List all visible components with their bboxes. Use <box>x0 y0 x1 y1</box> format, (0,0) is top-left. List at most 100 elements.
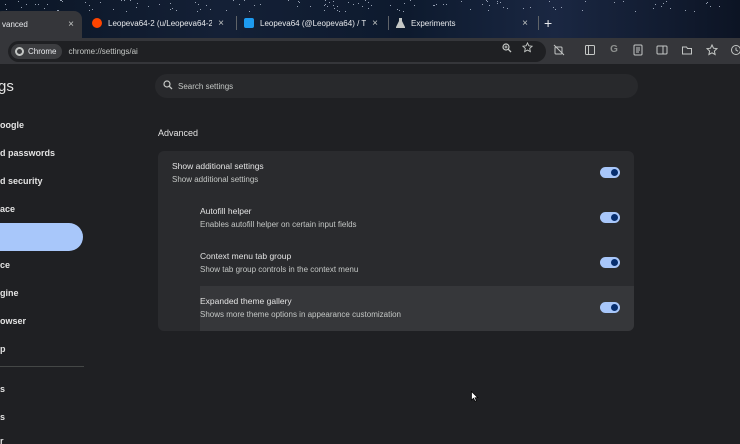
setting-row-context-menu-tab-group[interactable]: Context menu tab group Show tab group co… <box>158 241 634 286</box>
sidebar-item-google[interactable]: oogle <box>0 120 24 130</box>
tab-settings-advanced[interactable]: vanced × <box>0 11 82 38</box>
tab-twitter[interactable]: Leopeva64 (@Leopeva64) / Tw × <box>236 12 386 34</box>
star-dot <box>325 4 326 5</box>
star-dot <box>368 8 369 9</box>
star-dot <box>337 10 338 11</box>
search-icon <box>163 80 173 92</box>
star-dot <box>26 4 27 5</box>
favorites-star-icon[interactable] <box>705 43 719 56</box>
star-dot <box>585 1 586 2</box>
mouse-cursor-icon <box>471 391 479 402</box>
star-dot <box>670 8 671 9</box>
star-dot <box>113 9 114 10</box>
tab-separator <box>538 16 539 30</box>
address-bar[interactable]: Chrome chrome://settings/ai <box>8 41 546 62</box>
star-dot <box>666 1 667 2</box>
setting-row-expanded-theme-gallery[interactable]: Expanded theme gallery Shows more theme … <box>200 286 634 331</box>
setting-row-show-additional[interactable]: Show additional settings Show additional… <box>158 151 634 196</box>
star-dot <box>404 3 405 4</box>
star-dot <box>299 2 300 3</box>
star-dot <box>655 4 656 5</box>
search-input[interactable] <box>178 81 598 91</box>
sidebar-item-appearance[interactable]: ce <box>0 260 10 270</box>
tab-search-icon[interactable] <box>681 44 693 56</box>
sidebar-item-search-engine[interactable]: gine <box>0 288 19 298</box>
sidebar-item-on-startup[interactable]: p <box>0 344 6 354</box>
star-dot <box>62 1 63 2</box>
toggle-switch[interactable] <box>600 302 620 313</box>
star-dot <box>390 5 391 6</box>
site-chip[interactable]: Chrome <box>11 44 63 59</box>
star-dot <box>497 1 498 2</box>
reading-list-icon[interactable] <box>584 44 596 56</box>
close-icon[interactable]: × <box>218 18 224 29</box>
star-dot <box>555 9 556 10</box>
sidebar-item-languages[interactable]: s <box>0 384 5 394</box>
close-icon[interactable]: × <box>522 18 528 29</box>
star-dot <box>397 9 398 10</box>
section-title: Advanced <box>158 128 199 138</box>
setting-row-autofill-helper[interactable]: Autofill helper Enables autofill helper … <box>158 196 634 241</box>
toggle-switch[interactable] <box>600 257 620 268</box>
star-dot <box>530 7 531 8</box>
google-icon[interactable]: G <box>608 44 620 56</box>
star-dot <box>170 9 171 10</box>
star-dot <box>368 2 369 3</box>
settings-card: Show additional settings Show additional… <box>158 151 634 331</box>
star-dot <box>337 6 338 7</box>
close-icon[interactable]: × <box>68 19 74 30</box>
tab-experiments[interactable]: Experiments × <box>388 12 536 34</box>
sidebar-item-default-browser[interactable]: owser <box>0 316 26 326</box>
sidebar-item-autofill-passwords[interactable]: d passwords <box>0 148 55 158</box>
star-dot <box>176 10 177 11</box>
star-dot <box>358 3 359 4</box>
tab-reddit[interactable]: Leopeva64-2 (u/Leopeva64-2) × <box>84 12 232 34</box>
page-icon[interactable] <box>632 44 644 56</box>
search-settings-box[interactable] <box>155 74 638 98</box>
star-dot <box>35 4 36 5</box>
close-icon[interactable]: × <box>372 18 378 29</box>
star-dot <box>489 5 490 6</box>
toggle-knob <box>611 169 618 176</box>
bookmark-star-icon[interactable] <box>521 41 534 56</box>
page-title: gs <box>0 78 14 95</box>
settings-page: gs oogle d passwords d security ace ce g… <box>0 64 740 444</box>
star-dot <box>371 5 372 6</box>
star-dot <box>92 9 93 10</box>
side-panel-icon[interactable] <box>656 44 668 56</box>
star-dot <box>254 5 255 6</box>
zoom-icon[interactable] <box>502 43 512 56</box>
star-dot <box>333 1 334 2</box>
star-dot <box>324 10 325 11</box>
extensions-off-icon[interactable] <box>553 44 565 56</box>
star-dot <box>47 4 48 5</box>
sidebar-item-downloads[interactable]: s <box>0 412 5 422</box>
sidebar-item-more[interactable]: r <box>0 436 4 444</box>
star-dot <box>446 4 447 5</box>
star-dot <box>170 3 171 4</box>
star-dot <box>198 4 199 5</box>
star-dot <box>523 8 524 9</box>
star-dot <box>685 10 686 11</box>
toggle-switch[interactable] <box>600 167 620 178</box>
reddit-icon <box>92 18 102 28</box>
star-dot <box>623 1 624 2</box>
star-dot <box>707 2 708 3</box>
star-dot <box>200 9 201 10</box>
star-dot <box>461 1 462 2</box>
setting-label: Context menu tab group <box>200 251 292 261</box>
toggle-switch[interactable] <box>600 212 620 223</box>
sidebar-item-privacy-security[interactable]: d security <box>0 176 43 186</box>
new-tab-button[interactable]: + <box>544 15 552 31</box>
star-dot <box>694 11 695 12</box>
toggle-knob <box>611 259 618 266</box>
tab-title: Leopeva64 (@Leopeva64) / Tw <box>260 18 367 28</box>
star-dot <box>365 0 366 1</box>
sidebar-item-performance[interactable]: ace <box>0 204 15 214</box>
star-dot <box>334 8 335 9</box>
star-dot <box>148 6 149 7</box>
history-icon[interactable] <box>730 44 740 56</box>
url-text: chrome://settings/ai <box>68 47 138 56</box>
star-dot <box>582 10 583 11</box>
setting-label: Expanded theme gallery <box>200 296 292 306</box>
